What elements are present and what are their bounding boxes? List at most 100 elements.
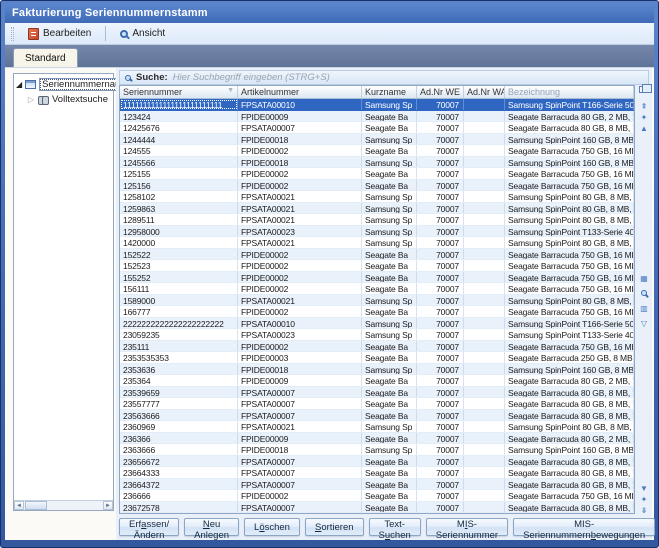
table-row[interactable]: 235364FPIDE00009Seagate Ba70007Seagate B… [120,375,634,387]
action-mis-seriennummernbewegungen[interactable]: MIS-Seriennummernbewegungen [513,518,655,536]
search-bar[interactable]: Suche: Hier Suchbegriff eingeben (STRG+S… [119,70,649,85]
table-row[interactable]: 1289511FPSATA00021Samsung Sp70007Samsung… [120,214,634,226]
table-row[interactable]: 235111FPIDE00002Seagate Ba70007Seagate B… [120,341,634,353]
scrollbar-thumb[interactable] [25,501,47,510]
action-text-suchen[interactable]: Text-Suchen [369,518,421,536]
table-row[interactable]: 1589000FPSATA00021Samsung Sp70007Samsung… [120,295,634,307]
table-row[interactable]: 2222222222222222222222FPSATA00010Samsung… [120,318,634,330]
cell-kurzname: Samsung Sp [362,444,417,455]
table-row[interactable]: 1244444FPIDE00018Samsung Sp70007Samsung … [120,134,634,146]
action-mis-seriennummer[interactable]: MIS-Seriennummer [426,518,508,536]
cell-seriennummer: 235364 [120,375,238,386]
table-row[interactable]: 1420000FPSATA00021Samsung Sp70007Samsung… [120,237,634,249]
cell-bezeichnung: Seagate Barracuda 750 GB, 16 MB, 7200 [505,168,634,179]
search-icon[interactable] [637,288,651,299]
action-erfassen-ndern[interactable]: Erfassen/Ändern [119,518,179,536]
table-row[interactable]: 1245566FPIDE00018Samsung Sp70007Samsung … [120,157,634,169]
table-row[interactable]: 124555FPIDE00002Seagate Ba70007Seagate B… [120,145,634,157]
expander-closed-icon[interactable]: ▷ [27,95,35,104]
tree-horizontal-scrollbar[interactable]: ◄ ► [14,500,113,510]
action-l-schen[interactable]: Löschen [244,518,300,536]
table-row[interactable]: 1258102FPSATA00021Samsung Sp70007Samsung… [120,191,634,203]
cell-ad-nr-we: 70007 [417,99,464,110]
column-header-bezeichnung[interactable]: Bezeichnung [505,86,634,98]
cell-artikelnummer: FPSATA00007 [238,502,362,513]
filter-icon[interactable]: ▽ [637,318,651,329]
table-row[interactable]: 23059235FPSATA00023Samsung Sp70007Samsun… [120,329,634,341]
action-sortieren[interactable]: Sortieren [305,518,364,536]
cell-bezeichnung: Seagate Barracuda 750 GB, 16 MB, 7200 [505,260,634,271]
cell-seriennummer: 166777 [120,306,238,317]
cell-ad-nr-wa [464,490,505,501]
table-row[interactable]: 155252FPIDE00002Seagate Ba70007Seagate B… [120,272,634,284]
scroll-left-icon[interactable]: ◄ [14,501,24,510]
table-row[interactable]: 23557777FPSATA00007Seagate Ba70007Seagat… [120,398,634,410]
scroll-bottom-icon[interactable]: ⇟ [637,505,651,516]
table-row[interactable]: 2353535353FPIDE00003Seagate Ba70007Seaga… [120,352,634,364]
expander-open-icon[interactable]: ◢ [16,80,22,89]
tree-item-volltextsuche[interactable]: ▷ Volltextsuche [16,92,111,107]
cell-seriennummer: 23539659 [120,387,238,398]
cell-artikelnummer: FPIDE00018 [238,134,362,145]
table-row[interactable]: 1111111111111111111111111FPSATA00010Sams… [120,99,634,111]
grid-side-toolbar: ⇞✦▲▦▥▽▼✦⇟ [637,85,651,514]
table-row[interactable]: 23563666FPSATA00007Seagate Ba70007Seagat… [120,410,634,422]
table-row[interactable]: 152522FPIDE00002Seagate Ba70007Seagate B… [120,249,634,261]
table-row[interactable]: 1259863FPSATA00021Samsung Sp70007Samsung… [120,203,634,215]
column-header-ad-nr-wa[interactable]: Ad.Nr WA [464,86,505,98]
tree-item-seriennummernauswahl[interactable]: ◢ Seriennummernauswahl [16,77,111,92]
table-row[interactable]: 152523FPIDE00002Seagate Ba70007Seagate B… [120,260,634,272]
table-body: 1111111111111111111111111FPSATA00010Sams… [120,99,634,513]
scrollbar-track[interactable] [47,501,103,510]
row-navigator-icon[interactable]: ✦ [637,112,651,123]
table-row[interactable]: 23672578FPSATA00007Seagate Ba70007Seagat… [120,502,634,514]
cell-bezeichnung: Seagate Barracuda 750 GB, 16 MB, 7200 [505,490,634,501]
cell-ad-nr-we: 70007 [417,433,464,444]
table-row[interactable]: 125155FPIDE00002Seagate Ba70007Seagate B… [120,168,634,180]
table-row[interactable]: 123424FPIDE00009Seagate Ba70007Seagate B… [120,111,634,123]
column-header-artikelnummer[interactable]: Artikelnummer [238,86,362,98]
app-window: Fakturierung Seriennummernstamm Bearbeit… [0,0,659,548]
cell-ad-nr-we: 70007 [417,329,464,340]
table-row[interactable]: 23664372FPSATA00007Seagate Ba70007Seagat… [120,479,634,491]
search-input[interactable]: Hier Suchbegriff eingeben (STRG+S) [173,72,330,83]
table-row[interactable]: 125156FPIDE00002Seagate Ba70007Seagate B… [120,180,634,192]
table-row[interactable]: 2360969FPSATA00021Samsung Sp70007Samsung… [120,421,634,433]
cell-kurzname: Seagate Ba [362,260,417,271]
cell-ad-nr-wa [464,283,505,294]
bearbeiten-button[interactable]: Bearbeiten [21,25,98,43]
table-row[interactable]: 23664333FPSATA00007Seagate Ba70007Seagat… [120,467,634,479]
cell-ad-nr-wa [464,111,505,122]
scroll-right-icon[interactable]: ► [103,501,113,510]
table-row[interactable]: 236666FPIDE00002Seagate Ba70007Seagate B… [120,490,634,502]
action-neu-anlegen[interactable]: Neu Anlegen [184,518,239,536]
table-row[interactable]: 12958000FPSATA00023Samsung Sp70007Samsun… [120,226,634,238]
select-columns-icon[interactable] [639,86,647,93]
table-row[interactable]: 2363666FPIDE00018Samsung Sp70007Samsung … [120,444,634,456]
column-header-seriennummer[interactable]: Seriennummer▼ [120,86,238,98]
column-header-kurzname[interactable]: Kurzname [362,86,417,98]
cell-bezeichnung: Seagate Barracuda 80 GB, 8 MB, 7200, NC [505,479,634,490]
cell-ad-nr-we: 70007 [417,341,464,352]
table-row[interactable]: 156111FPIDE00002Seagate Ba70007Seagate B… [120,283,634,295]
scroll-down-icon[interactable]: ▼ [637,483,651,494]
cell-ad-nr-we: 70007 [417,191,464,202]
table-row[interactable]: 23539659FPSATA00007Seagate Ba70007Seagat… [120,387,634,399]
table-row[interactable]: 236366FPIDE00009Seagate Ba70007Seagate B… [120,433,634,445]
row-navigator-icon[interactable]: ✦ [637,494,651,505]
cell-kurzname: Samsung Sp [362,421,417,432]
cell-artikelnummer: FPIDE00018 [238,444,362,455]
mis-icon[interactable]: ▥ [637,303,651,314]
table-row[interactable]: 12425676FPSATA00007Seagate Ba70007Seagat… [120,122,634,134]
scroll-top-icon[interactable]: ⇞ [637,101,651,112]
table-row[interactable]: 2353636FPIDE00018Samsung Sp70007Samsung … [120,364,634,376]
table-view-icon[interactable]: ▦ [637,273,651,284]
table-row[interactable]: 166777FPIDE00002Seagate Ba70007Seagate B… [120,306,634,318]
ansicht-button[interactable]: Ansicht [113,25,172,42]
column-header-ad-nr-we[interactable]: Ad.Nr WE [417,86,464,98]
cell-artikelnummer: FPSATA00023 [238,226,362,237]
tab-standard[interactable]: Standard [13,48,78,67]
cell-ad-nr-we: 70007 [417,237,464,248]
table-row[interactable]: 23656672FPSATA00007Seagate Ba70007Seagat… [120,456,634,468]
scroll-up-icon[interactable]: ▲ [637,123,651,134]
